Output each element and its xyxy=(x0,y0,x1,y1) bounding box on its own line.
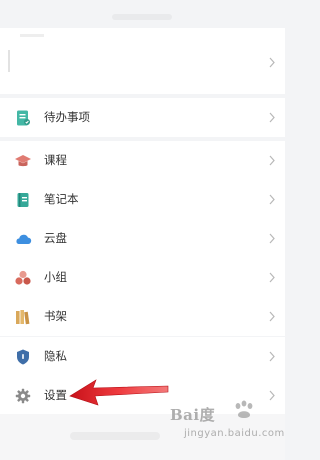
menu-item-notebook[interactable]: 笔记本 xyxy=(0,180,285,219)
menu-item-label: 设置 xyxy=(44,388,67,402)
profile-edge xyxy=(8,50,10,72)
menu-item-label: 课程 xyxy=(44,153,67,167)
profile-card[interactable] xyxy=(0,28,285,94)
chevron-right-icon xyxy=(267,154,277,167)
menu-item-label: 隐私 xyxy=(44,349,67,363)
baidu-watermark: Bai度 jingyan.baidu.com xyxy=(166,396,284,446)
status-bar xyxy=(0,0,285,28)
bookshelf-icon xyxy=(14,308,32,326)
watermark-caption: jingyan.baidu.com xyxy=(184,428,285,439)
menu-item-label: 云盘 xyxy=(44,231,67,245)
menu-item-label: 书架 xyxy=(44,309,67,323)
section-learning: 课程 笔记本 云盘 小组 书架 xyxy=(0,141,285,336)
graduation-cap-icon xyxy=(14,152,32,170)
menu-item-cloud-drive[interactable]: 云盘 xyxy=(0,219,285,258)
menu-item-label: 小组 xyxy=(44,270,67,284)
blurred-text xyxy=(112,14,172,20)
todo-icon xyxy=(14,109,32,127)
blurred-text xyxy=(70,432,160,440)
chevron-right-icon xyxy=(267,271,277,284)
watermark-brand: Bai度 xyxy=(170,406,216,424)
menu-item-bookshelf[interactable]: 书架 xyxy=(0,297,285,336)
paw-icon xyxy=(235,400,253,418)
profile-dash xyxy=(20,34,44,37)
chevron-right-icon xyxy=(267,193,277,206)
menu-item-todo[interactable]: 待办事项 xyxy=(0,98,285,137)
chevron-right-icon xyxy=(267,111,277,124)
gear-icon xyxy=(14,387,32,405)
menu-item-label: 待办事项 xyxy=(44,110,90,124)
chevron-right-icon xyxy=(267,232,277,245)
chevron-right-icon xyxy=(267,350,277,363)
shield-icon xyxy=(14,348,32,366)
section-tasks: 待办事项 xyxy=(0,98,285,137)
menu-item-course[interactable]: 课程 xyxy=(0,141,285,180)
cloud-icon xyxy=(14,230,32,248)
notebook-icon xyxy=(14,191,32,209)
menu-item-label: 笔记本 xyxy=(44,192,79,206)
chevron-right-icon xyxy=(267,310,277,323)
menu-item-group[interactable]: 小组 xyxy=(0,258,285,297)
group-icon xyxy=(14,269,32,287)
profile-chevron-right-icon xyxy=(267,54,277,68)
menu-item-privacy[interactable]: 隐私 xyxy=(0,337,285,376)
